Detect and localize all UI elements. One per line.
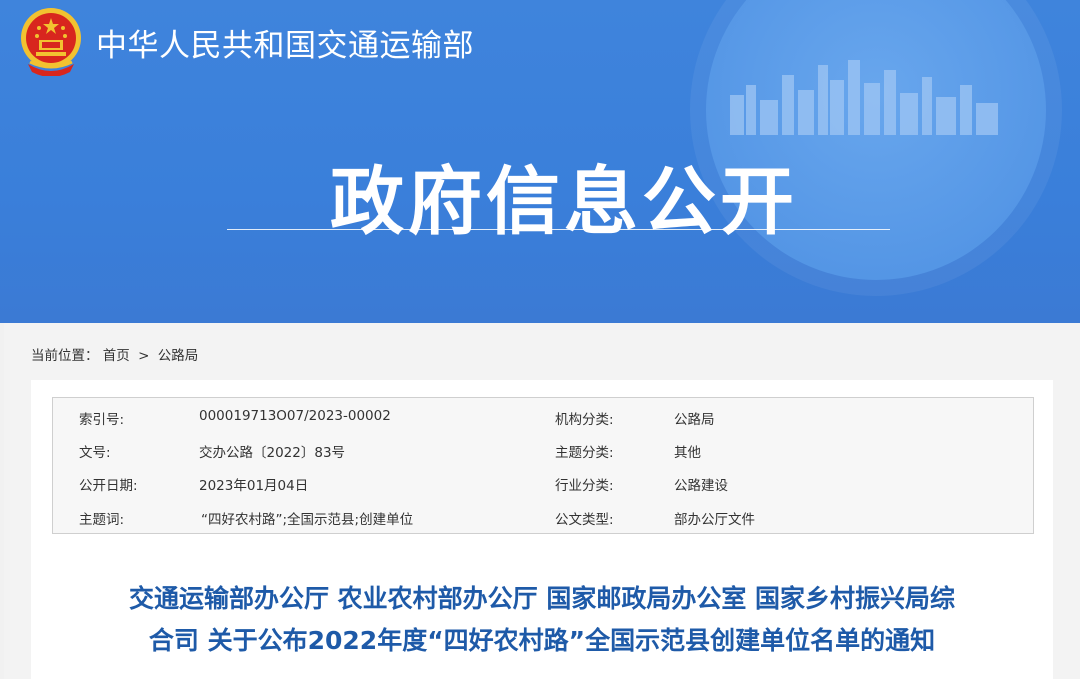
meta-value: 公路建设 [674, 478, 728, 494]
meta-label: 公开日期: [79, 478, 138, 494]
meta-value: 部办公厅文件 [674, 512, 755, 528]
meta-label: 文号: [79, 445, 111, 461]
city-skyline-icon [730, 60, 998, 135]
ministry-name[interactable]: 中华人民共和国交通运输部 [96, 20, 474, 65]
breadcrumb-prefix: 当前位置： [31, 348, 99, 364]
meta-value: 000019713O07/2023-00002 [199, 408, 391, 424]
document-title: 交通运输部办公厅 农业农村部办公厅 国家邮政局办公室 国家乡村振兴局综 合司 关… [31, 578, 1053, 662]
banner-title: 政府信息公开 [330, 159, 798, 245]
meta-label: 行业分类: [555, 478, 614, 494]
header-banner: 中华人民共和国交通运输部 政府信息公开 [0, 0, 1080, 323]
meta-value: 交办公路〔2022〕83号 [199, 445, 346, 461]
breadcrumb-separator: > [138, 348, 150, 364]
breadcrumb: 当前位置： 首页 > 公路局 [31, 344, 198, 364]
banner-divider [227, 229, 890, 230]
breadcrumb-current-link[interactable]: 公路局 [158, 348, 199, 364]
meta-label: 公文类型: [555, 512, 614, 528]
breadcrumb-home-link[interactable]: 首页 [103, 348, 130, 364]
meta-value: 公路局 [674, 412, 715, 428]
meta-value: 2023年01月04日 [199, 478, 309, 494]
national-emblem-icon [21, 8, 81, 76]
meta-label: 主题分类: [555, 445, 614, 461]
meta-label: 机构分类: [555, 412, 614, 428]
document-title-line-2: 合司 关于公布2022年度“四好农村路”全国示范县创建单位名单的通知 [148, 626, 936, 655]
meta-label: 索引号: [79, 412, 125, 428]
meta-value: 其他 [674, 445, 701, 461]
meta-value: “四好农村路”;全国示范县;创建单位 [201, 512, 414, 528]
meta-label: 主题词: [79, 512, 125, 528]
document-title-line-1: 交通运输部办公厅 农业农村部办公厅 国家邮政局办公室 国家乡村振兴局综 [128, 584, 956, 613]
